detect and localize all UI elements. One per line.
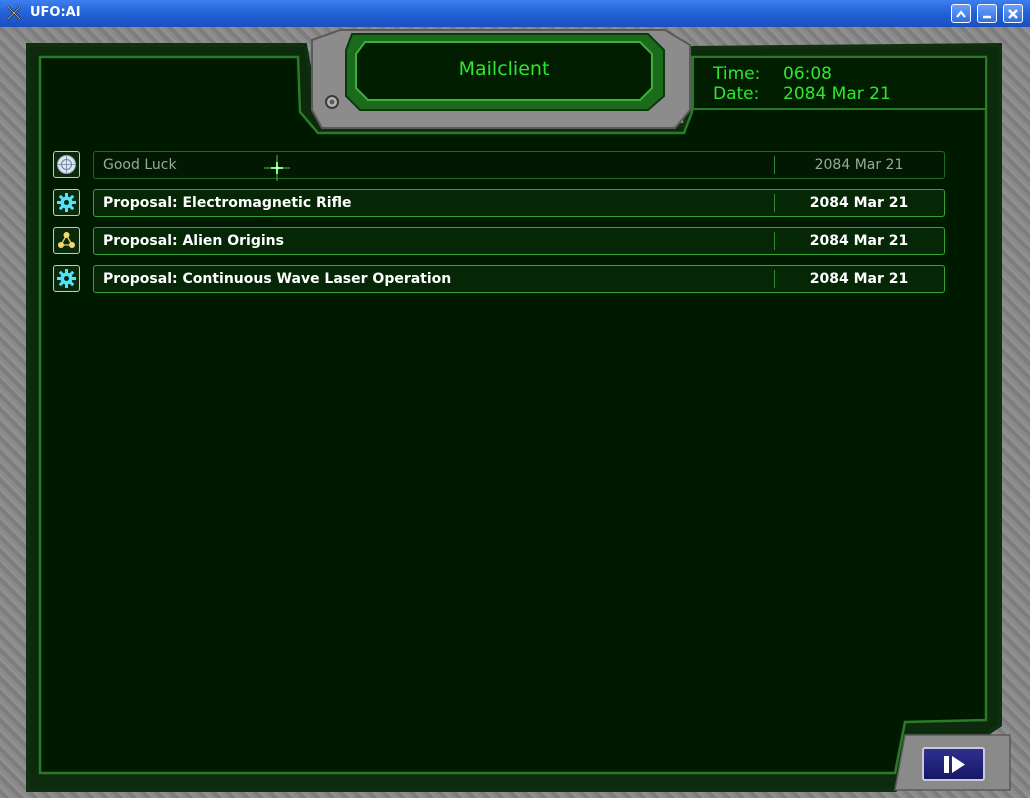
gear-icon[interactable] <box>53 189 80 216</box>
mail-date: 2084 Mar 21 <box>809 233 909 249</box>
date-label: Date: <box>713 84 760 104</box>
column-divider <box>774 232 775 250</box>
mail-subject: Good Luck <box>103 157 177 173</box>
play-next-icon <box>944 756 965 773</box>
crosshair-cursor-icon <box>264 155 290 181</box>
time-value: 06:08 <box>783 64 832 84</box>
mail-date: 2084 Mar 21 <box>814 157 904 173</box>
column-divider <box>774 156 775 174</box>
mail-subject: Proposal: Alien Origins <box>103 233 284 249</box>
continue-button[interactable] <box>922 747 985 781</box>
column-divider <box>774 270 775 288</box>
mail-date: 2084 Mar 21 <box>809 271 909 287</box>
date-value: 2084 Mar 21 <box>783 84 891 104</box>
mail-subject: Proposal: Electromagnetic Rifle <box>103 195 352 211</box>
mail-row[interactable]: Proposal: Alien Origins 2084 Mar 21 <box>93 227 945 255</box>
molecule-icon[interactable] <box>53 227 80 254</box>
mail-row[interactable]: Proposal: Electromagnetic Rifle 2084 Mar… <box>93 189 945 217</box>
mail-panel-frame <box>26 29 1011 792</box>
time-label: Time: <box>713 64 761 84</box>
gear-icon[interactable] <box>53 265 80 292</box>
mail-subject: Proposal: Continuous Wave Laser Operatio… <box>103 271 452 287</box>
page-title: Mailclient <box>458 58 550 80</box>
column-divider <box>774 194 775 212</box>
mail-row[interactable]: Proposal: Continuous Wave Laser Operatio… <box>93 265 945 293</box>
un-emblem-icon[interactable] <box>53 151 80 178</box>
mail-date: 2084 Mar 21 <box>809 195 909 211</box>
mail-row[interactable]: Good Luck 2084 Mar 21 <box>93 151 945 179</box>
